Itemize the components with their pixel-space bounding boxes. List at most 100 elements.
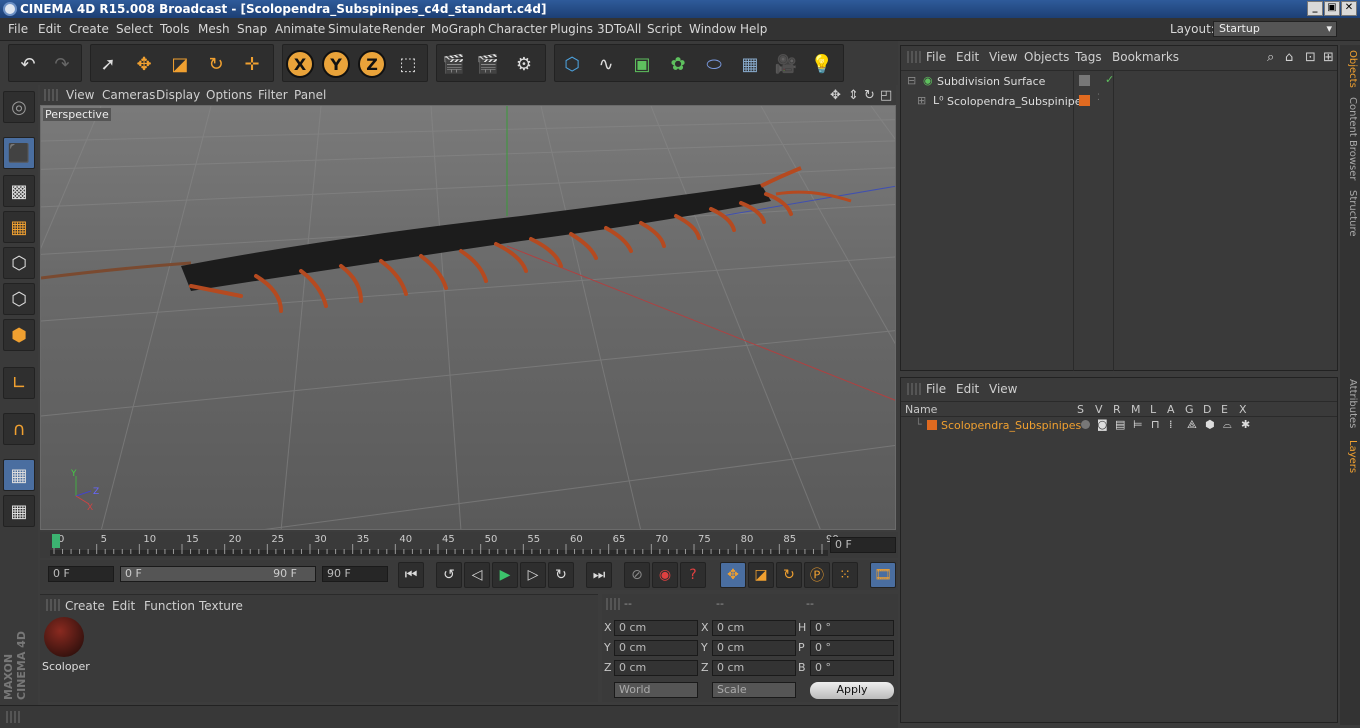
key-rotation-icon[interactable]: ↻ (776, 562, 802, 588)
perspective-viewport[interactable]: Y Z X Perspective (40, 105, 896, 530)
move-icon[interactable]: ✥ (129, 49, 159, 79)
start-frame-field[interactable]: 0 F (48, 566, 114, 582)
panel-grip-icon[interactable] (907, 383, 921, 395)
menu-animate[interactable]: Animate (275, 22, 325, 36)
menu-create[interactable]: Create (69, 22, 109, 36)
menu-mesh[interactable]: Mesh (198, 22, 230, 36)
position-z-field[interactable]: 0 cm (614, 660, 698, 676)
new-panel-icon[interactable]: ⊞ (1323, 50, 1334, 65)
rotation-p-field[interactable]: 0 ° (810, 640, 894, 656)
layers-menu-view[interactable]: View (989, 382, 1017, 396)
make-editable-icon[interactable]: ◎ (3, 91, 35, 123)
layer-color-chip[interactable] (1079, 95, 1090, 106)
axis-y-button[interactable]: Y (321, 49, 351, 79)
model-mode-icon[interactable]: ⬛ (3, 137, 35, 169)
solo-dot-icon[interactable] (1081, 420, 1090, 429)
key-parameter-icon[interactable]: Ⓟ (804, 562, 830, 588)
render-picture-viewer-icon[interactable]: 🎬 (473, 49, 503, 79)
previous-frame-icon[interactable]: ◁ (464, 562, 490, 588)
minimize-button[interactable]: _ (1307, 1, 1323, 16)
scale-icon[interactable]: ◪ (165, 49, 195, 79)
tree-expand-icon[interactable]: ⊟ (907, 74, 916, 87)
menu-character[interactable]: Character (488, 22, 547, 36)
viewport-maximize-icon[interactable]: ◰ (880, 88, 892, 103)
menu-edit[interactable]: Edit (38, 22, 61, 36)
coord-mode-select[interactable]: World (614, 682, 698, 698)
object-row-scolopendra[interactable]: ⊞ L⁰ Scolopendra_Subspinipes ⁚ (905, 93, 1337, 111)
tab-objects[interactable]: Objects (1342, 49, 1358, 89)
timeline-playhead[interactable] (52, 534, 60, 548)
render-clapper-icon[interactable]: ▤ (1115, 418, 1125, 431)
tab-content-browser[interactable]: Content Browser (1342, 97, 1358, 181)
menu-plugins[interactable]: Plugins (550, 22, 593, 36)
size-z-field[interactable]: 0 cm (712, 660, 796, 676)
layers-menu-file[interactable]: File (926, 382, 946, 396)
menu-simulate[interactable]: Simulate (328, 22, 381, 36)
goto-end-icon[interactable]: ⏭ (586, 562, 612, 588)
material-menu-create[interactable]: Create (65, 599, 105, 613)
viewport-rotate-icon[interactable]: ↻ (864, 88, 875, 103)
live-selection-icon[interactable]: ➚ (93, 49, 123, 79)
move-recent-icon[interactable]: ✛ (237, 49, 267, 79)
workplane-mode-icon[interactable]: ▦ (3, 211, 35, 243)
spline-icon[interactable]: ∿ (591, 49, 621, 79)
filter-icon[interactable]: ⊡ (1305, 50, 1316, 65)
render-view-icon[interactable]: 🎬 (439, 49, 469, 79)
layer-row[interactable]: └ Scolopendra_Subspinipes ◙ ▤ ⊨ ⊓ ⁞ ⟁ ⬢ … (901, 418, 1337, 434)
viewport-menu-display[interactable]: Display (156, 88, 200, 102)
viewport-menu-filter[interactable]: Filter (258, 88, 288, 102)
menu-snap[interactable]: Snap (237, 22, 267, 36)
texture-mode-icon[interactable]: ▩ (3, 175, 35, 207)
maximize-button[interactable]: ▣ (1324, 1, 1340, 16)
play-icon[interactable]: ▶ (492, 562, 518, 588)
position-x-field[interactable]: 0 cm (614, 620, 698, 636)
frame-range-slider[interactable]: 0 F 90 F (120, 566, 316, 582)
size-x-field[interactable]: 0 cm (712, 620, 796, 636)
render-settings-icon[interactable]: ⚙ (509, 49, 539, 79)
menu-mograph[interactable]: MoGraph (431, 22, 486, 36)
panel-grip-icon[interactable] (606, 598, 620, 610)
lock-icon[interactable]: ⊓ (1151, 418, 1160, 431)
coord-scale-select[interactable]: Scale (712, 682, 796, 698)
menu-select[interactable]: Select (116, 22, 153, 36)
menu-3dtoall[interactable]: 3DToAll (597, 22, 641, 36)
edges-mode-icon[interactable]: ⬡ (3, 283, 35, 315)
subdivision-icon[interactable]: ▣ (627, 49, 657, 79)
timeline-ruler[interactable]: 051015202530354045505560657075808590 0 F (40, 532, 898, 558)
tab-structure[interactable]: Structure (1342, 189, 1358, 237)
viewport-menu-options[interactable]: Options (206, 88, 252, 102)
viewport-menu-panel[interactable]: Panel (294, 88, 326, 102)
view-eye-icon[interactable]: ◙ (1097, 418, 1108, 431)
redo-icon[interactable]: ↷ (47, 49, 77, 79)
material-menu-texture[interactable]: Texture (199, 599, 243, 613)
layer-chip[interactable] (1079, 75, 1090, 86)
objects-menu-file[interactable]: File (926, 50, 946, 64)
tab-layers[interactable]: Layers (1342, 437, 1358, 477)
key-scale-icon[interactable]: ◪ (748, 562, 774, 588)
undo-icon[interactable]: ↶ (13, 49, 43, 79)
camera-icon[interactable]: 🎥 (771, 49, 801, 79)
size-y-field[interactable]: 0 cm (712, 640, 796, 656)
panel-grip-icon[interactable] (6, 711, 20, 723)
axis-mode-icon[interactable]: ∟ (3, 367, 35, 399)
menu-render[interactable]: Render (382, 22, 425, 36)
menu-tools[interactable]: Tools (160, 22, 190, 36)
apply-button[interactable]: Apply (810, 682, 894, 699)
layout-select[interactable]: Startup ▾ (1213, 21, 1337, 37)
panel-grip-icon[interactable] (46, 599, 60, 611)
manager-icon[interactable]: ⊨ (1133, 418, 1143, 431)
object-row-subdivision[interactable]: ⊟ ◉ Subdivision Surface ✓ (905, 73, 1337, 91)
visibility-dots-icon[interactable]: ⁚ (1097, 93, 1100, 103)
objects-menu-objects[interactable]: Objects (1024, 50, 1069, 64)
panel-grip-icon[interactable] (44, 89, 58, 101)
layer-color-swatch[interactable] (927, 420, 937, 430)
current-frame-field[interactable]: 0 F (830, 537, 896, 553)
deformer-icon[interactable]: ⬭ (699, 49, 729, 79)
material-swatch[interactable]: Scoloper (42, 615, 90, 675)
rotation-h-field[interactable]: 0 ° (810, 620, 894, 636)
menu-file[interactable]: File (8, 22, 28, 36)
floor-icon[interactable]: ▦ (735, 49, 765, 79)
layers-menu-edit[interactable]: Edit (956, 382, 979, 396)
menu-window[interactable]: Window (689, 22, 736, 36)
key-position-icon[interactable]: ✥ (720, 562, 746, 588)
